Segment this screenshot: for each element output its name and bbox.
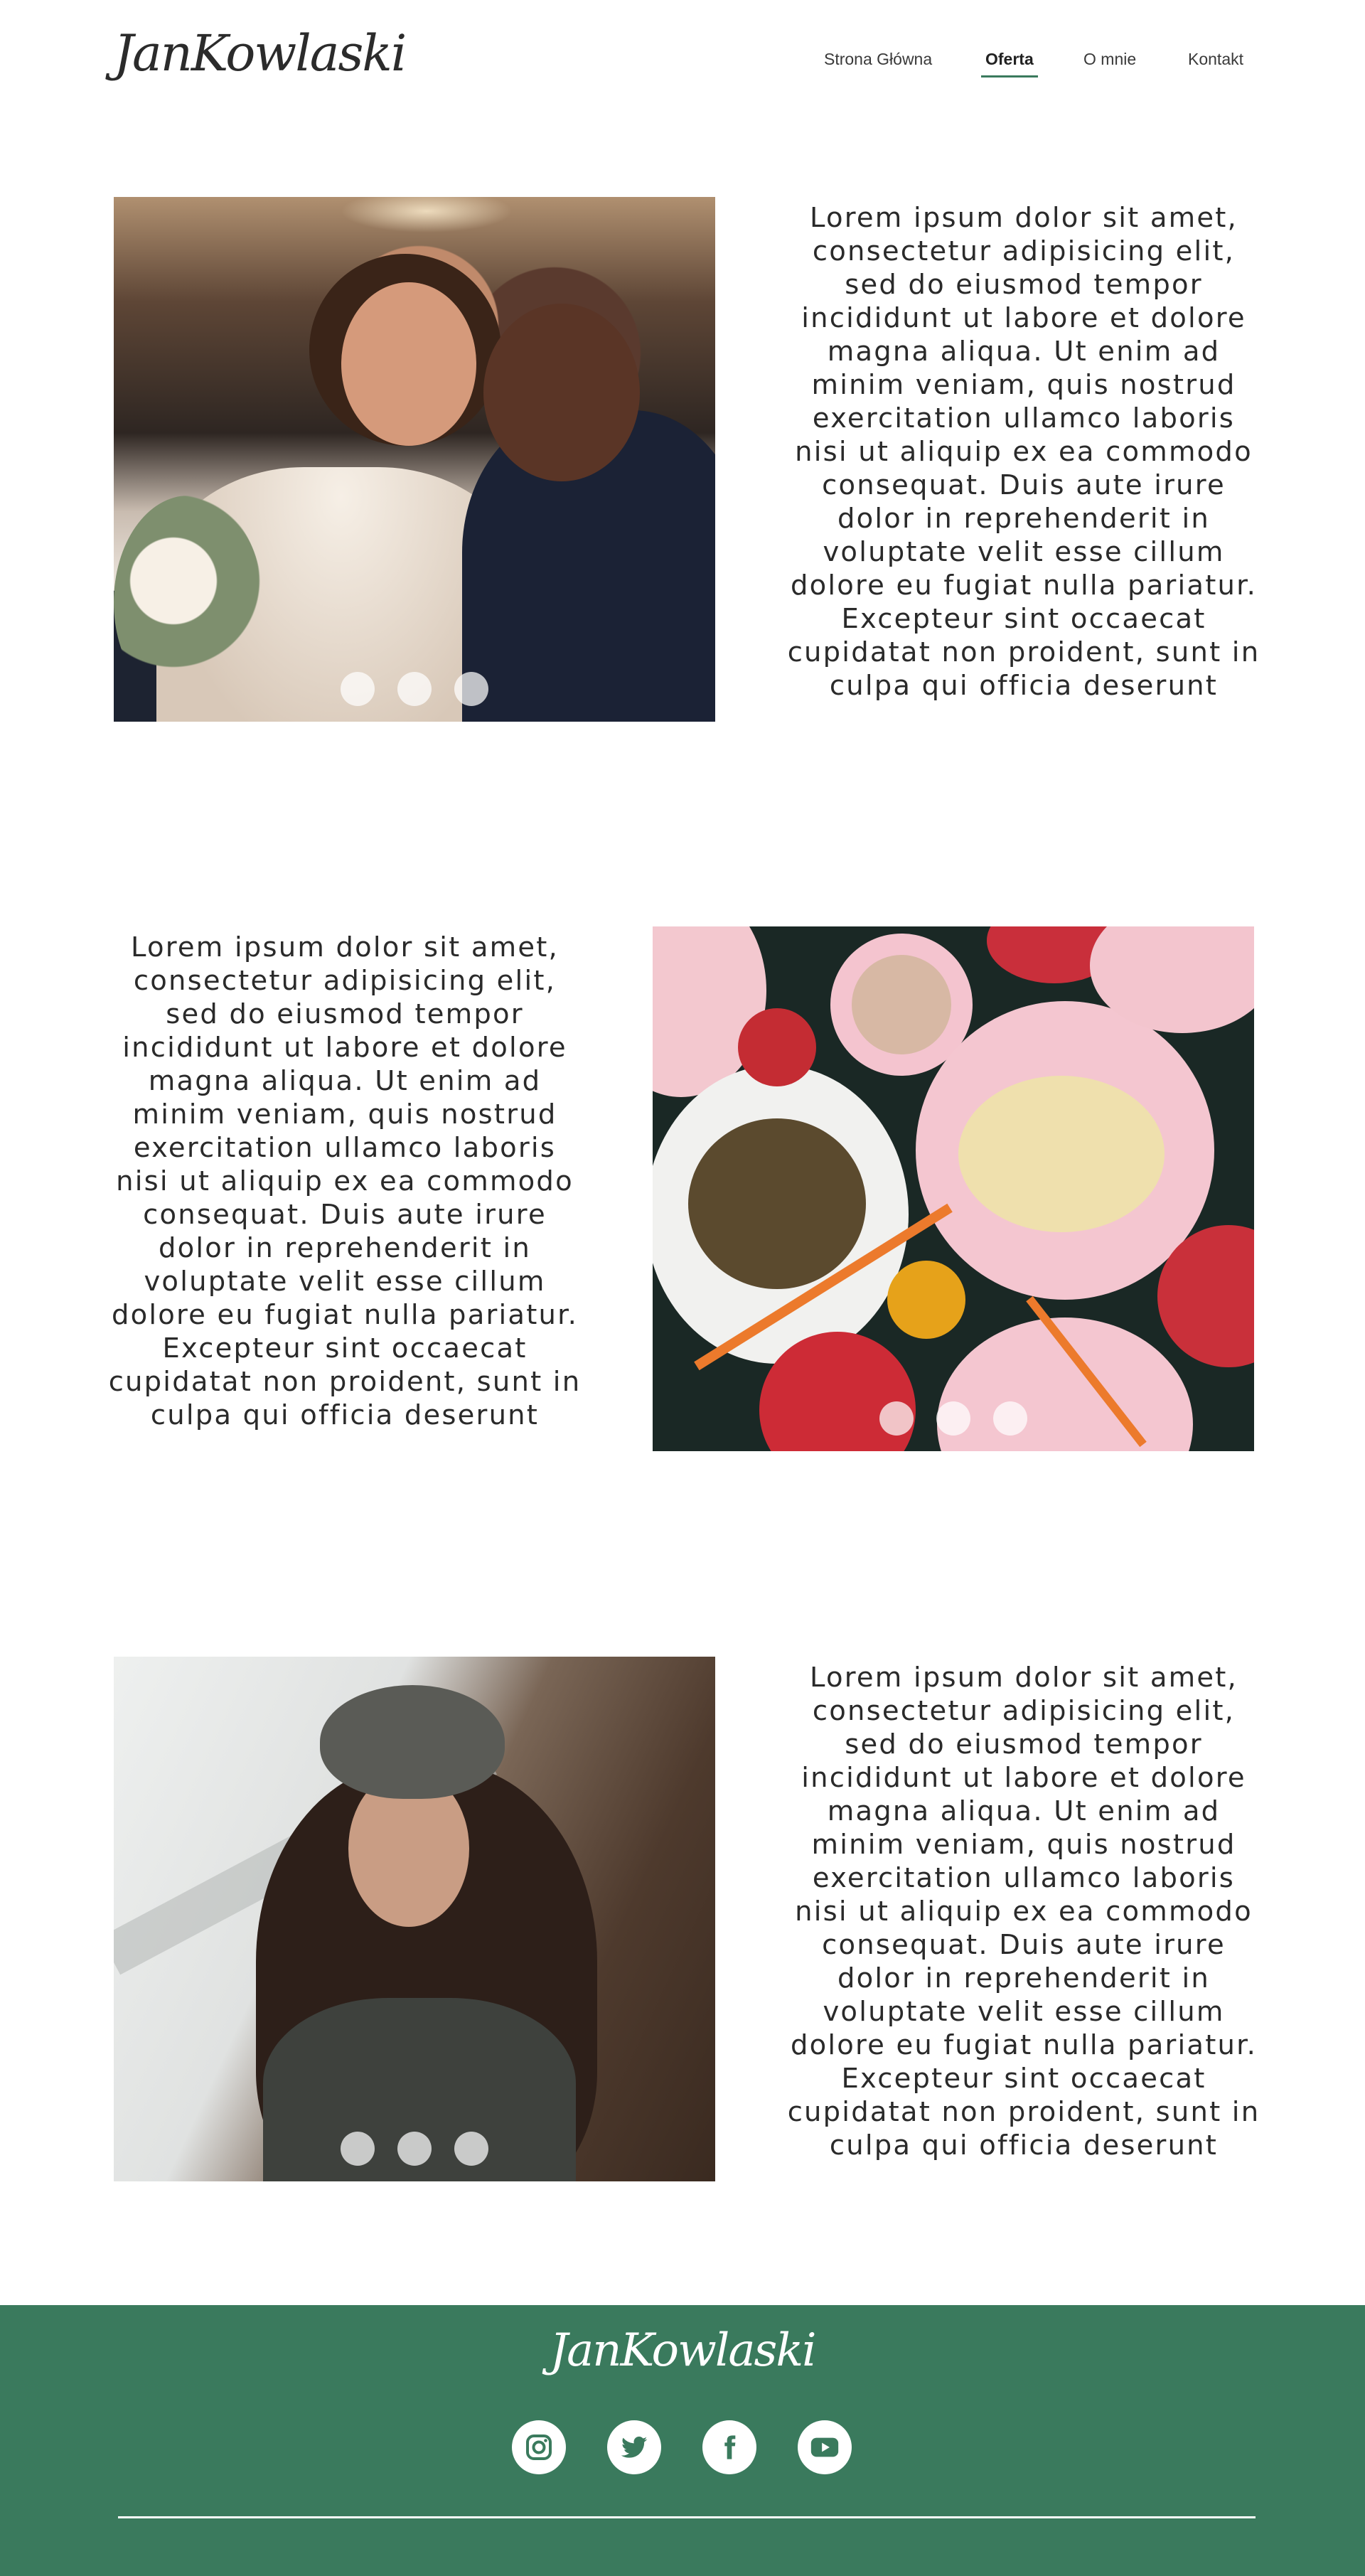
section-text: Lorem ipsum dolor sit amet, consectetur … [787,1662,1260,2161]
social-links [0,2420,1365,2474]
food-table-photo [653,926,1254,1451]
offer-section-2: Lorem ipsum dolor sit amet, consectetur … [0,926,1365,1451]
slider-dot[interactable] [879,1401,914,1436]
slider-dots [114,2132,715,2166]
wedding-couple-photo [114,197,715,722]
slider-dot[interactable] [341,672,375,706]
site-logo[interactable]: JanKowlaski [114,28,407,78]
section-text: Lorem ipsum dolor sit amet, consectetur … [787,202,1260,702]
twitter-icon[interactable] [607,2420,661,2474]
nav-link-home[interactable]: Strona Główna [824,50,932,69]
slider-dots [653,1401,1254,1436]
slider-dot[interactable] [454,2132,488,2166]
offer-section-3: Lorem ipsum dolor sit amet, consectetur … [0,1657,1365,2181]
slider-dots [114,672,715,706]
site-header: JanKowlaski Strona Główna Oferta O mnie … [0,0,1365,142]
nav-link-offer[interactable]: Oferta [981,50,1038,78]
nav-link-about[interactable]: O mnie [1083,50,1136,69]
slider-dot[interactable] [993,1401,1027,1436]
site-footer: JanKowlaski [0,2305,1365,2576]
slider-dot[interactable] [454,672,488,706]
slider-dot[interactable] [341,2132,375,2166]
nav-link-contact[interactable]: Kontakt [1188,50,1243,69]
slider-dot[interactable] [397,672,432,706]
youtube-icon[interactable] [798,2420,852,2474]
section-text: Lorem ipsum dolor sit amet, consectetur … [108,931,582,1431]
footer-divider [118,2516,1256,2518]
instagram-icon[interactable] [512,2420,566,2474]
woman-portrait-photo [114,1657,715,2181]
facebook-icon[interactable] [702,2420,756,2474]
offer-section-1: Lorem ipsum dolor sit amet, consectetur … [0,197,1365,722]
slider-dot[interactable] [936,1401,970,1436]
slider-dot[interactable] [397,2132,432,2166]
footer-logo[interactable]: JanKowlaski [0,2328,1365,2373]
